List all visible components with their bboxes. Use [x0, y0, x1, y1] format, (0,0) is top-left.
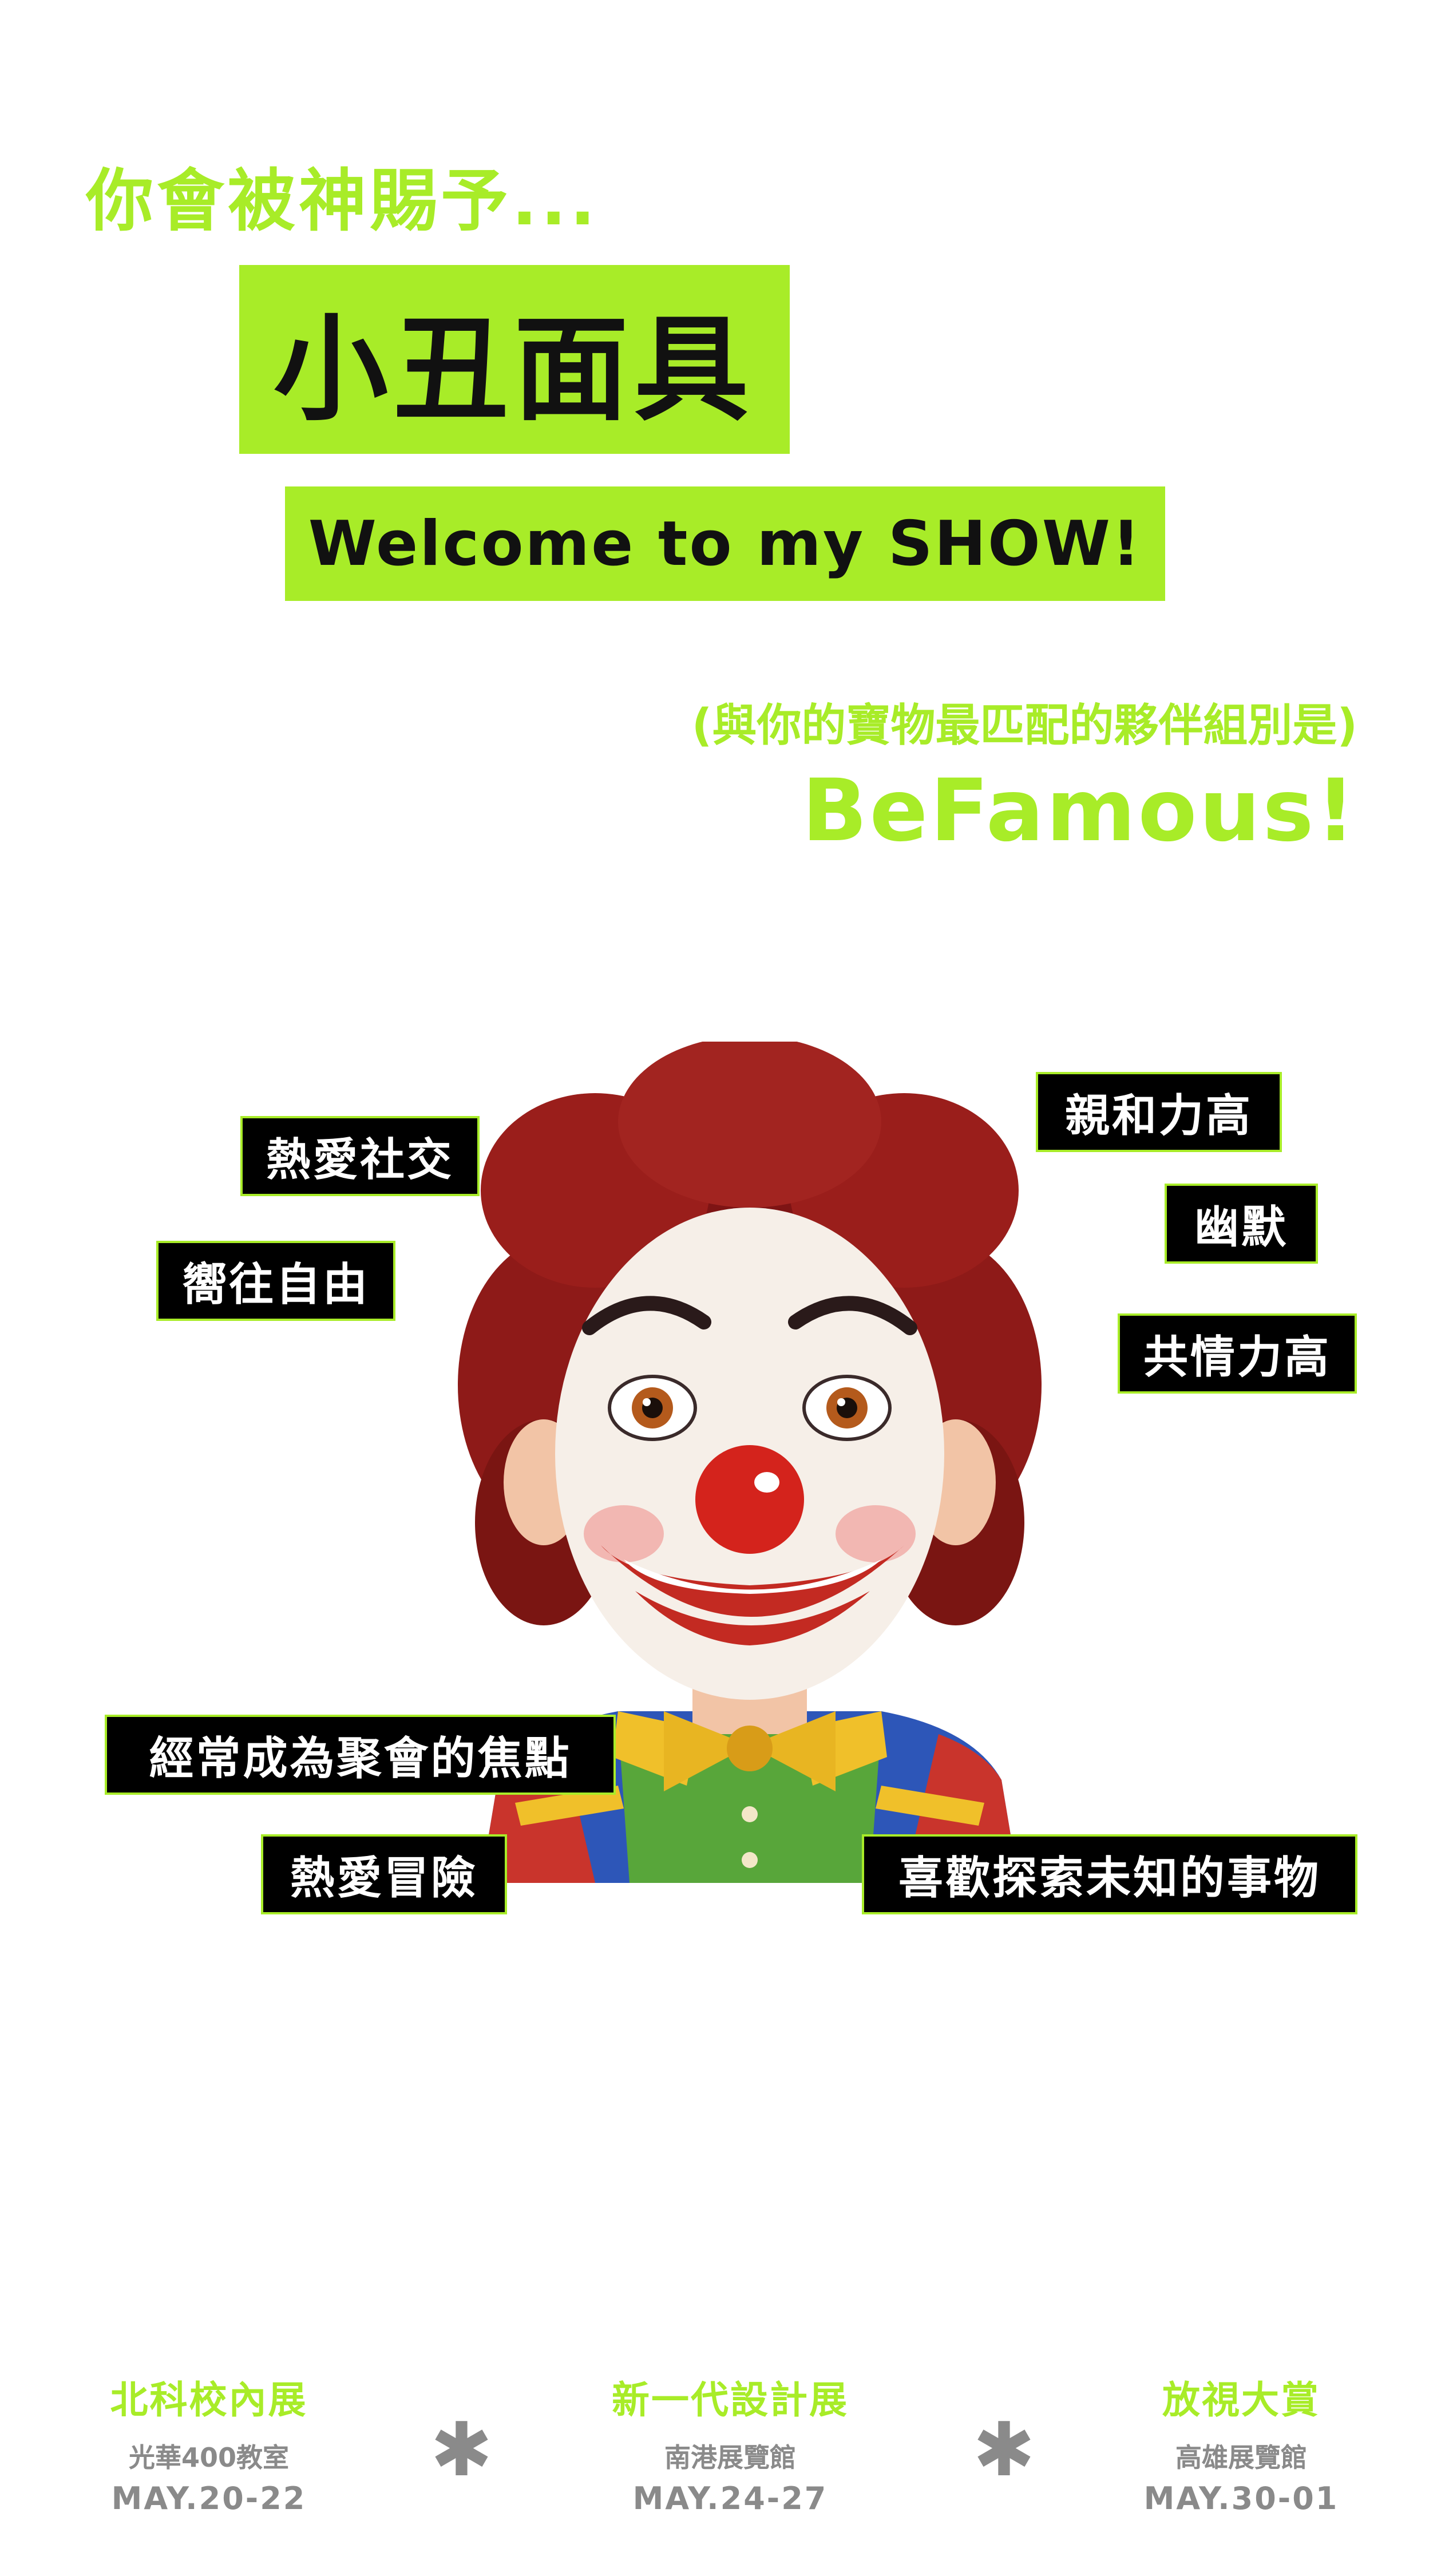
exhibition-date: MAY.20-22	[111, 2480, 307, 2516]
trait-tag-freedom: 嚮往自由	[156, 1241, 395, 1321]
exhibition-vision-awards: 放視大賞 高雄展覽館 MAY.30-01	[1081, 2369, 1402, 2516]
exhibition-name: 放視大賞	[1162, 2378, 1320, 2422]
exhibition-name: 新一代設計展	[612, 2378, 849, 2422]
subtitle: (與你的寶物最匹配的夥伴組別是)	[691, 700, 1357, 751]
asterisk-icon: ✱	[430, 2406, 493, 2493]
exhibition-venue: 光華400教室	[128, 2442, 290, 2473]
trait-tag-center-of-attention: 經常成為聚會的焦點	[105, 1715, 616, 1795]
trait-tag-humor: 幽默	[1165, 1184, 1318, 1264]
title-banner: 小丑面具	[239, 265, 790, 454]
trait-tag-empathy: 共情力高	[1118, 1313, 1357, 1394]
exhibition-ntut: 北科校內展 光華400教室 MAY.20-22	[49, 2369, 369, 2516]
trait-tag-friendly: 親和力高	[1036, 1072, 1282, 1152]
trait-tag-sociable: 熱愛社交	[240, 1116, 480, 1196]
page-title: 小丑面具	[274, 303, 755, 437]
asterisk-icon: ✱	[973, 2406, 1035, 2493]
exhibition-date: MAY.24-27	[632, 2480, 828, 2516]
exhibition-name: 北科校內展	[110, 2378, 308, 2422]
exhibition-venue: 高雄展覽館	[1175, 2442, 1307, 2473]
trait-tag-adventure: 熱愛冒險	[261, 1834, 507, 1914]
exhibition-date: MAY.30-01	[1143, 2480, 1339, 2516]
exhibition-venue: 南港展覽館	[664, 2442, 796, 2473]
welcome-banner: Welcome to my SHOW!	[285, 486, 1165, 601]
exhibition-young-designers: 新一代設計展 南港展覽館 MAY.24-27	[570, 2369, 890, 2516]
group-name: BeFamous!	[802, 761, 1357, 861]
intro-text: 你會被神賜予...	[86, 161, 599, 240]
welcome-text: Welcome to my SHOW!	[308, 508, 1142, 580]
trait-tag-explore: 喜歡探索未知的事物	[862, 1834, 1357, 1914]
